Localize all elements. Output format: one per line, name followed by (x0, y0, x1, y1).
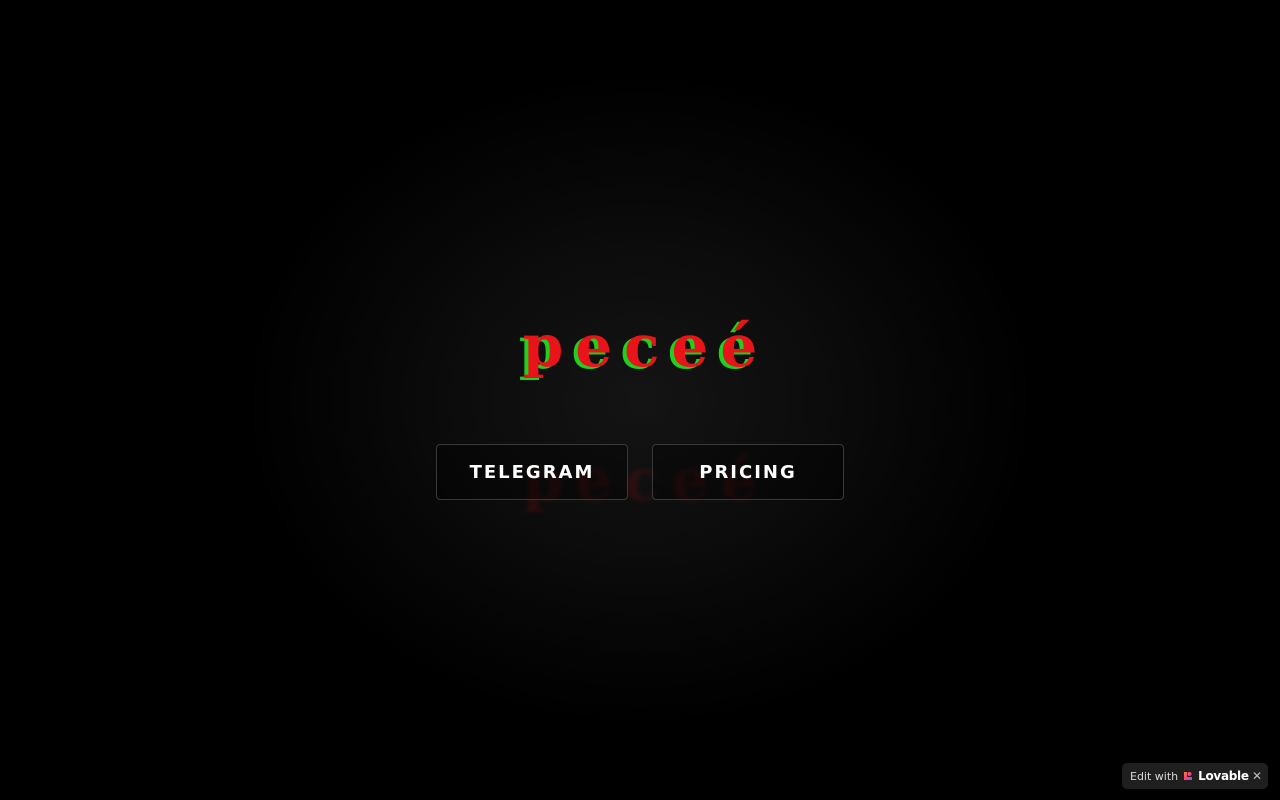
telegram-button[interactable]: TELEGRAM (436, 444, 628, 500)
badge-prefix-text: Edit with (1130, 769, 1179, 783)
lovable-brand-name: Lovable (1198, 769, 1249, 783)
hero-section: pecеé pecеé TELEGRAM PRICING (0, 0, 1280, 800)
close-icon[interactable]: ✕ (1252, 770, 1262, 782)
lovable-heart-icon (1184, 772, 1193, 780)
site-logo: pecеé (522, 312, 770, 380)
edit-with-lovable-badge: Edit with Lovable ✕ (1122, 763, 1268, 789)
pricing-button[interactable]: PRICING (652, 444, 844, 500)
action-buttons: TELEGRAM PRICING (436, 444, 844, 500)
edit-with-lovable-link[interactable]: Edit with Lovable (1130, 769, 1249, 783)
